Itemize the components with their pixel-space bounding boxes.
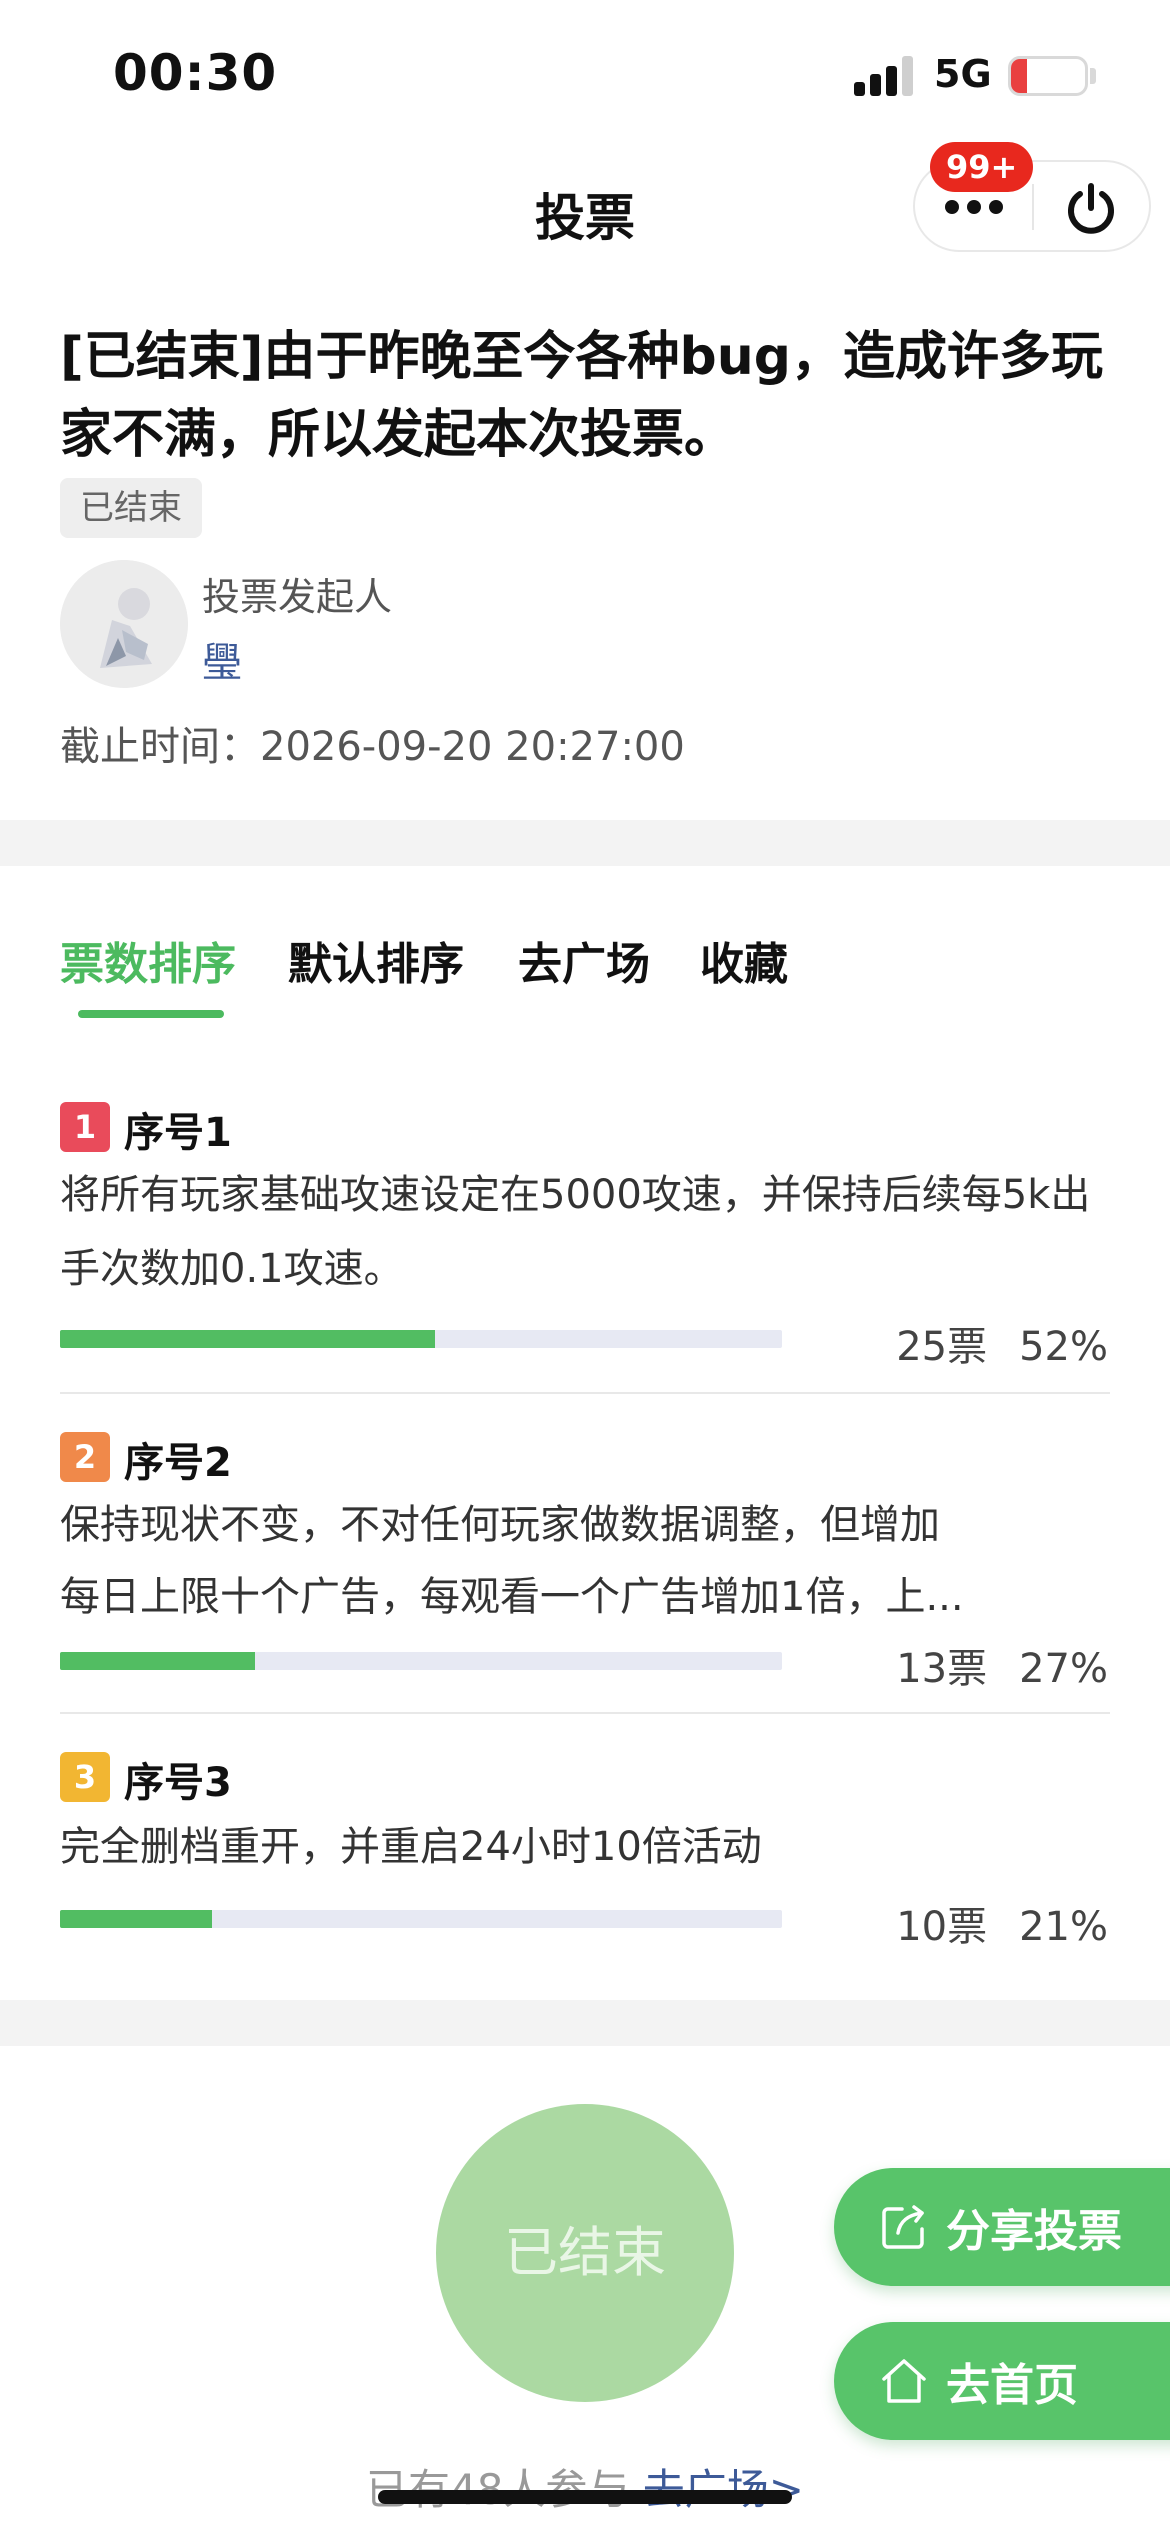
vote-progress-bar bbox=[60, 1330, 782, 1348]
vote-progress-bar bbox=[60, 1910, 782, 1928]
vote-progress-bar bbox=[60, 1652, 782, 1670]
row-divider bbox=[60, 1712, 1110, 1714]
avatar[interactable] bbox=[60, 560, 188, 688]
home-indicator bbox=[378, 2490, 792, 2504]
option-stats: 25票 52% bbox=[896, 1314, 1108, 1372]
section-separator bbox=[0, 820, 1170, 866]
network-type: 5G bbox=[934, 52, 992, 96]
battery-nub bbox=[1090, 68, 1096, 84]
option-stats: 13票 27% bbox=[896, 1636, 1108, 1694]
share-vote-label: 分享投票 bbox=[946, 2206, 1122, 2257]
battery-level: 4 bbox=[1038, 61, 1058, 94]
vote-count: 25票 bbox=[896, 1324, 988, 1370]
vote-percent: 27% bbox=[1019, 1646, 1108, 1692]
tab-favorites[interactable]: 收藏 bbox=[700, 928, 788, 992]
vote-count: 13票 bbox=[896, 1646, 988, 1692]
tab-default-sort[interactable]: 默认排序 bbox=[288, 928, 464, 992]
participants-footer: 已有48人参与 去广场> bbox=[0, 2456, 1170, 2517]
option-stats: 10票 21% bbox=[896, 1894, 1108, 1952]
status-badge: 已结束 bbox=[60, 478, 202, 538]
initiator-label: 投票发起人 bbox=[202, 575, 393, 619]
rank-badge: 2 bbox=[60, 1432, 110, 1482]
option-text-line-1[interactable]: 保持现状不变，不对任何玩家做数据调整，但增加 bbox=[60, 1488, 1110, 1562]
share-icon bbox=[882, 2205, 924, 2249]
vote-progress-fill bbox=[60, 1652, 255, 1670]
ended-button[interactable]: 已结束 bbox=[436, 2104, 734, 2402]
signal-icon bbox=[854, 56, 916, 96]
vote-percent: 21% bbox=[1019, 1904, 1108, 1950]
tab-sort-by-votes[interactable]: 票数排序 bbox=[60, 928, 236, 992]
capsule-divider bbox=[1032, 184, 1034, 230]
option-name: 序号2 bbox=[124, 1440, 232, 1486]
active-tab-indicator bbox=[78, 1010, 224, 1018]
home-icon bbox=[882, 2359, 926, 2403]
option-name: 序号1 bbox=[124, 1110, 232, 1156]
deadline-text: 截止时间：2026-09-20 20:27:00 bbox=[60, 724, 685, 770]
option-text[interactable]: 将所有玩家基础攻速设定在5000攻速，并保持后续每5k出手次数加0.1攻速。 bbox=[60, 1158, 1110, 1306]
notification-badge: 99+ bbox=[930, 142, 1034, 192]
power-icon[interactable] bbox=[1061, 178, 1121, 238]
battery-icon: 4 bbox=[1008, 56, 1088, 96]
vote-progress-fill bbox=[60, 1910, 212, 1928]
go-home-label: 去首页 bbox=[946, 2360, 1078, 2411]
initiator-name[interactable]: 璺 bbox=[202, 630, 242, 688]
tab-square[interactable]: 去广场 bbox=[518, 928, 650, 992]
share-vote-button[interactable]: 分享投票 bbox=[834, 2168, 1170, 2286]
option-text-line-2[interactable]: 每日上限十个广告，每观看一个广告增加1倍，上... bbox=[60, 1560, 1110, 1634]
option-text[interactable]: 完全删档重开，并重启24小时10倍活动 bbox=[60, 1810, 1110, 1884]
go-home-button[interactable]: 去首页 bbox=[834, 2322, 1170, 2440]
row-divider bbox=[60, 1392, 1110, 1394]
rank-badge: 3 bbox=[60, 1752, 110, 1802]
vote-percent: 52% bbox=[1019, 1324, 1108, 1370]
status-time: 00:30 bbox=[113, 44, 278, 102]
vote-progress-fill bbox=[60, 1330, 436, 1348]
section-separator bbox=[0, 2000, 1170, 2046]
more-icon[interactable] bbox=[945, 200, 1003, 214]
vote-count: 10票 bbox=[896, 1904, 988, 1950]
option-name: 序号3 bbox=[124, 1760, 232, 1806]
vote-title: [已结束]由于昨晚至今各种bug，造成许多玩家不满，所以发起本次投票。 bbox=[60, 327, 1103, 465]
rank-badge: 1 bbox=[60, 1102, 110, 1152]
